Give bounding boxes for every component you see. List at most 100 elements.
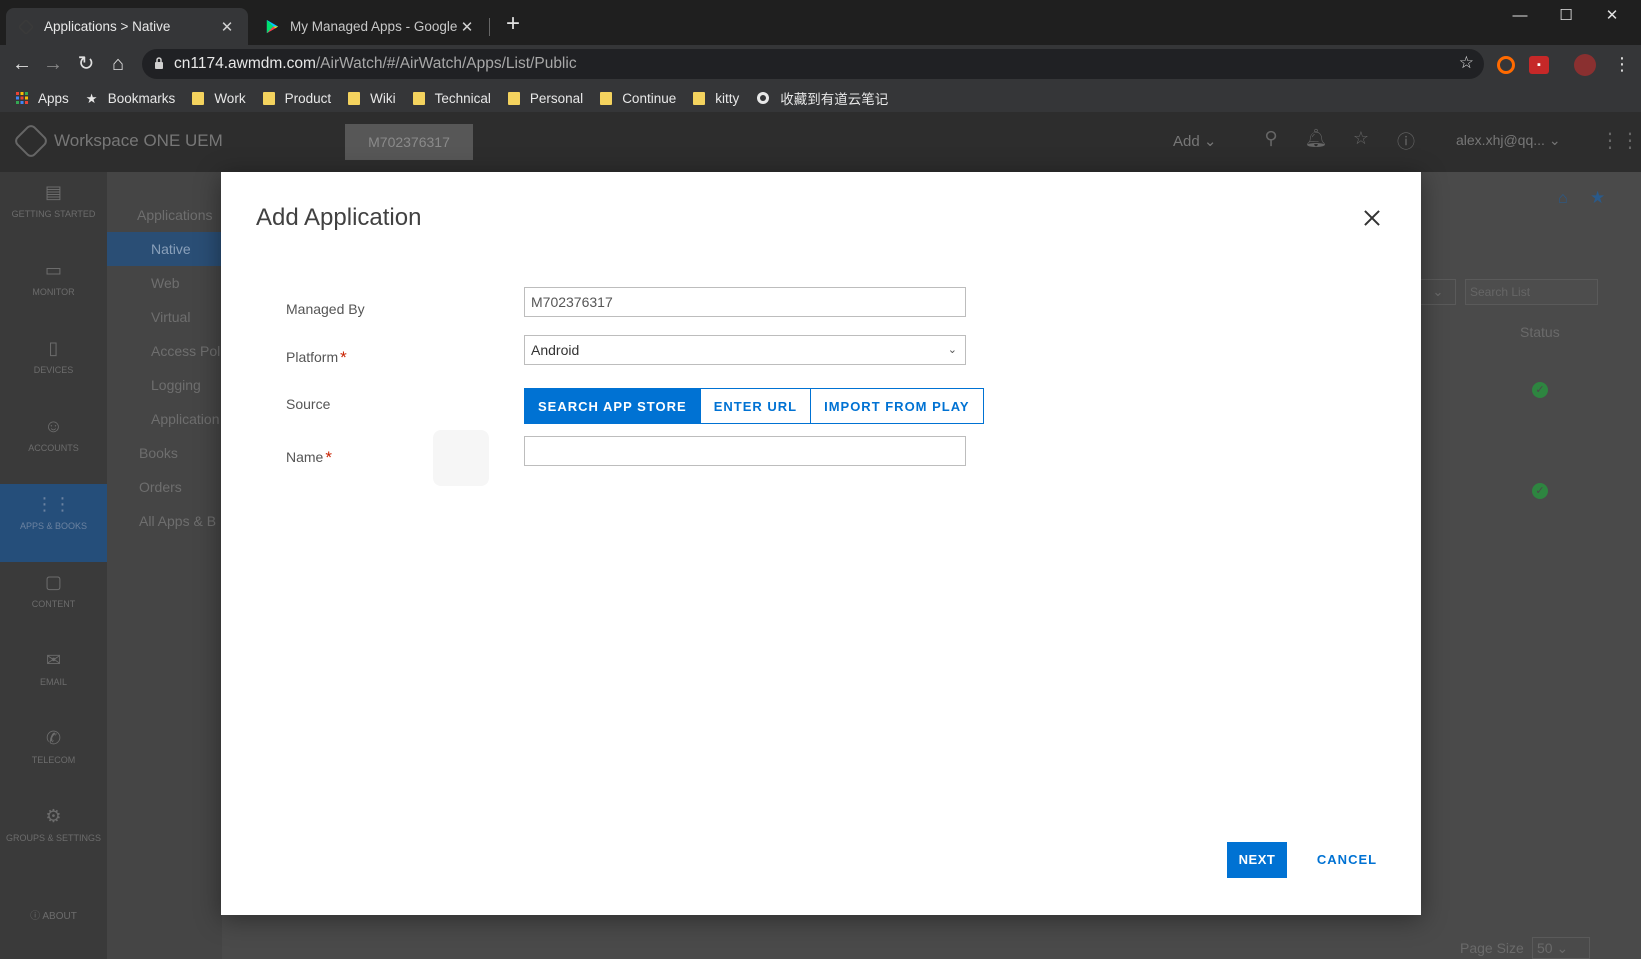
- next-button[interactable]: NEXT: [1227, 842, 1287, 878]
- cancel-button[interactable]: CANCEL: [1304, 842, 1390, 878]
- star-outline-icon[interactable]: ☆: [1349, 128, 1373, 152]
- subnav-all-apps-books[interactable]: All Apps & B: [107, 504, 222, 538]
- bookmark-continue[interactable]: Continue: [600, 91, 676, 106]
- nav-devices[interactable]: ▯ DEVICES: [0, 328, 107, 398]
- home-icon[interactable]: ⌂: [1558, 190, 1568, 208]
- lock-icon: [154, 56, 164, 72]
- new-tab-icon[interactable]: +: [500, 12, 526, 38]
- search-app-store-button[interactable]: SEARCH APP STORE: [525, 389, 701, 423]
- app-placeholder-icon: [433, 430, 489, 486]
- back-icon[interactable]: ←: [9, 51, 35, 77]
- extension-badge-icon[interactable]: ▪: [1529, 56, 1549, 74]
- subnav-native[interactable]: Native: [107, 232, 222, 266]
- tab-close-icon[interactable]: ✕: [218, 18, 236, 36]
- filter-dropdown[interactable]: ⌄: [1420, 279, 1456, 305]
- bookmark-label: Personal: [529, 90, 584, 106]
- nav-label: EMAIL: [39, 677, 67, 687]
- browser-menu-icon[interactable]: ⋮: [1609, 51, 1635, 77]
- app-launcher-icon[interactable]: ⋮⋮: [1600, 128, 1640, 152]
- source-label: Source: [286, 396, 331, 412]
- minimize-icon[interactable]: —: [1497, 4, 1543, 28]
- window-close-icon[interactable]: ✕: [1589, 4, 1635, 28]
- bookmark-star-icon[interactable]: ☆: [1459, 53, 1474, 73]
- close-icon[interactable]: [1358, 204, 1386, 232]
- tab-close-icon[interactable]: ✕: [458, 18, 476, 36]
- bookmark-product[interactable]: Product: [262, 91, 331, 106]
- tab-title: Applications > Native: [44, 19, 171, 34]
- bookmark-label: kitty: [715, 90, 740, 106]
- nav-label: TELECOM: [31, 755, 76, 765]
- subnav-logging[interactable]: Logging: [107, 368, 222, 402]
- profile-avatar-icon[interactable]: [1574, 54, 1596, 76]
- folder-icon: [600, 91, 613, 105]
- address-bar[interactable]: cn1174.awmdm.com/AirWatch/#/AirWatch/App…: [142, 49, 1484, 79]
- subnav-virtual[interactable]: Virtual: [107, 300, 222, 334]
- search-icon[interactable]: ⚲: [1259, 128, 1283, 152]
- nav-getting-started[interactable]: ▤ GETTING STARTED: [0, 172, 107, 242]
- nav-apps-books[interactable]: ⋮⋮ APPS & BOOKS: [0, 484, 107, 562]
- bookmark-apps[interactable]: Apps: [16, 91, 69, 106]
- nav-about[interactable]: ⓘ ABOUT: [0, 902, 107, 932]
- favorite-star-icon[interactable]: ★: [1590, 188, 1605, 208]
- monitor-icon: ▭: [44, 260, 62, 280]
- tab-managed-apps[interactable]: My Managed Apps - Google P ✕: [252, 8, 488, 45]
- search-list-input[interactable]: Search List: [1465, 279, 1598, 305]
- browser-tabstrip: Applications > Native ✕ My Managed Apps …: [0, 0, 1641, 45]
- bookmark-youdao[interactable]: 收藏到有道云笔记: [756, 88, 888, 108]
- platform-select[interactable]: Android ⌄: [524, 335, 966, 365]
- home-icon[interactable]: ⌂: [105, 51, 131, 77]
- folder-icon: [348, 91, 361, 105]
- dialog-title: Add Application: [256, 204, 422, 231]
- import-from-play-button[interactable]: IMPORT FROM PLAY: [811, 389, 983, 423]
- user-menu[interactable]: alex.xhj@qq... ⌄: [1456, 132, 1561, 149]
- nav-telecom[interactable]: ✆ TELECOM: [0, 718, 107, 788]
- bookmark-kitty[interactable]: kitty: [693, 91, 739, 106]
- nav-label: GETTING STARTED: [11, 209, 96, 219]
- bookmark-label: Work: [214, 90, 246, 106]
- add-menu[interactable]: Add ⌄: [1173, 132, 1216, 150]
- extension-ring-icon[interactable]: [1497, 56, 1515, 74]
- nav-email[interactable]: ✉ EMAIL: [0, 640, 107, 710]
- nav-groups-settings[interactable]: ⚙ GROUPS & SETTINGS: [0, 796, 107, 866]
- tab-applications-native[interactable]: Applications > Native ✕: [6, 8, 248, 45]
- folder-icon: [262, 91, 275, 105]
- subnav-applications[interactable]: Applications: [107, 198, 222, 232]
- folder-icon: [507, 91, 520, 105]
- url-host: cn1174.awmdm.com: [174, 55, 316, 72]
- chevron-down-icon: ⌄: [1556, 940, 1569, 956]
- org-selector[interactable]: M702376317: [345, 124, 473, 160]
- subnav-application-settings[interactable]: Application: [107, 402, 222, 436]
- name-input[interactable]: [524, 436, 966, 466]
- folder-icon: [412, 91, 425, 105]
- document-icon: ▢: [44, 572, 62, 592]
- page-size-value: 50: [1537, 940, 1553, 956]
- workspace-one-logo-icon: [12, 122, 50, 160]
- enter-url-button[interactable]: ENTER URL: [700, 389, 812, 423]
- bell-icon[interactable]: 🔔︎: [1304, 128, 1328, 152]
- bookmark-technical[interactable]: Technical: [412, 91, 491, 106]
- page-size-select[interactable]: 50 ⌄: [1532, 937, 1590, 959]
- chevron-down-icon: ⌄: [947, 344, 957, 356]
- nav-accounts[interactable]: ☺ ACCOUNTS: [0, 406, 107, 476]
- help-icon[interactable]: ⓘ: [1394, 128, 1418, 152]
- bookmark-label: Wiki: [370, 90, 396, 106]
- chevron-down-icon: ⌄: [1548, 132, 1561, 148]
- subnav-books[interactable]: Books: [107, 436, 222, 470]
- subnav-web[interactable]: Web: [107, 266, 222, 300]
- nav-monitor[interactable]: ▭ MONITOR: [0, 250, 107, 320]
- bookmark-bookmarks[interactable]: ★ Bookmarks: [86, 91, 176, 106]
- maximize-icon[interactable]: ☐: [1543, 4, 1589, 28]
- bookmark-wiki[interactable]: Wiki: [348, 91, 396, 106]
- nav-content[interactable]: ▢ CONTENT: [0, 562, 107, 632]
- bookmark-label: Continue: [622, 90, 677, 106]
- tab-separator: [489, 18, 490, 36]
- bookmark-work[interactable]: Work: [192, 90, 246, 106]
- nav-label: ACCOUNTS: [28, 443, 79, 453]
- reload-icon[interactable]: ↻: [73, 51, 99, 77]
- user-name: alex.xhj@qq...: [1456, 132, 1545, 148]
- forward-icon[interactable]: →: [40, 51, 66, 77]
- subnav-access-policies[interactable]: Access Pol: [107, 334, 222, 368]
- bookmark-personal[interactable]: Personal: [507, 90, 584, 106]
- status-column-header[interactable]: Status: [1520, 324, 1560, 340]
- subnav-orders[interactable]: Orders: [107, 470, 222, 504]
